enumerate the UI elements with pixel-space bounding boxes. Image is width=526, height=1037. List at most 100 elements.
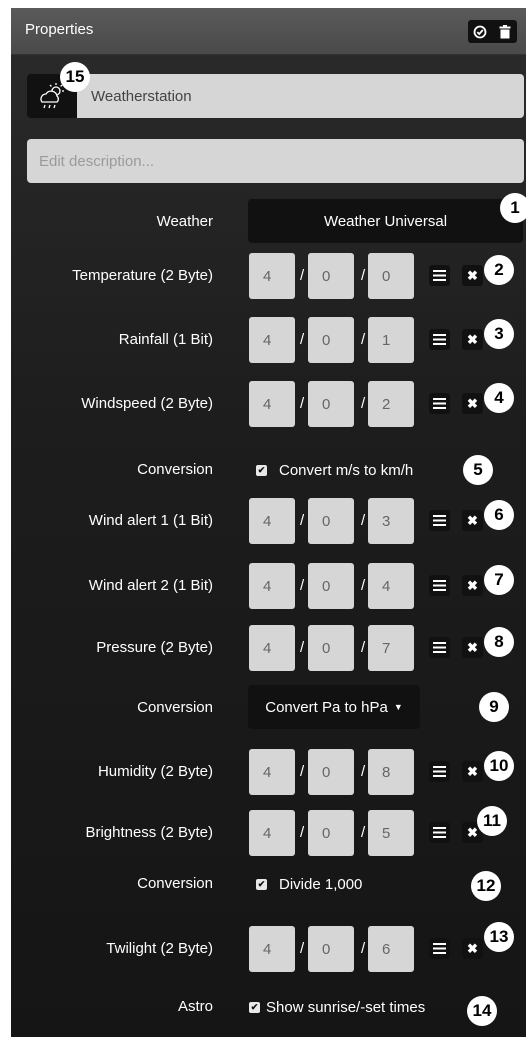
ga-row-wind-alert-1: Wind alert 1 (1 Bit) / / ✖ 6 (11, 498, 526, 544)
ga-middle-input[interactable] (308, 563, 354, 609)
astro-text: Show sunrise/-set times (266, 998, 426, 1016)
ga-sub-input[interactable] (368, 749, 414, 795)
ga-label: Temperature (2 Byte) (72, 267, 213, 284)
ga-main-input[interactable] (249, 381, 295, 427)
panel-title: Properties (25, 21, 94, 38)
ga-main-input[interactable] (249, 625, 295, 671)
ga-separator: / (361, 577, 366, 594)
list-icon[interactable] (429, 637, 450, 658)
device-name-input[interactable] (77, 74, 524, 118)
list-icon[interactable] (429, 265, 450, 286)
annotation-badge: 10 (484, 751, 514, 781)
panel-header: Properties (11, 8, 526, 55)
list-icon[interactable] (429, 822, 450, 843)
astro-checkbox[interactable]: ✔ (249, 1001, 260, 1013)
ga-separator: / (361, 639, 366, 656)
remove-icon[interactable]: ✖ (462, 265, 483, 286)
ga-label: Twilight (2 Byte) (106, 940, 213, 957)
divide-text: Divide 1,000 (279, 875, 363, 893)
pressure-conversion-dropdown[interactable]: Convert Pa to hPa ▼ (248, 685, 420, 729)
conversion-label: Conversion (137, 461, 213, 478)
ga-sub-input[interactable] (368, 563, 414, 609)
check-circle-icon[interactable] (470, 22, 490, 42)
ga-label: Wind alert 1 (1 Bit) (88, 512, 213, 529)
list-icon[interactable] (429, 938, 450, 959)
remove-icon[interactable]: ✖ (462, 938, 483, 959)
ga-separator: / (300, 267, 305, 284)
ga-separator: / (361, 940, 366, 957)
remove-icon[interactable]: ✖ (462, 510, 483, 531)
ga-main-input[interactable] (249, 317, 295, 363)
ga-separator: / (300, 395, 305, 412)
ga-middle-input[interactable] (308, 810, 354, 856)
ga-sub-input[interactable] (368, 381, 414, 427)
ga-main-input[interactable] (249, 253, 295, 299)
ga-sub-input[interactable] (368, 810, 414, 856)
weather-row: Weather Weather Universal 1 (11, 193, 526, 245)
ga-middle-input[interactable] (308, 926, 354, 972)
remove-icon[interactable]: ✖ (462, 575, 483, 596)
header-toolbar (468, 20, 517, 43)
ga-middle-input[interactable] (308, 253, 354, 299)
ga-row-twilight: Twilight (2 Byte) / / ✖ 13 (11, 922, 526, 972)
annotation-badge: 6 (484, 500, 514, 530)
ga-separator: / (300, 512, 305, 529)
weather-label: Weather (156, 213, 213, 230)
ga-main-input[interactable] (249, 749, 295, 795)
remove-icon[interactable]: ✖ (462, 329, 483, 350)
ga-main-input[interactable] (249, 810, 295, 856)
conversion-label: Conversion (137, 875, 213, 892)
list-icon[interactable] (429, 575, 450, 596)
ga-separator: / (300, 331, 305, 348)
remove-icon[interactable]: ✖ (462, 761, 483, 782)
list-icon[interactable] (429, 393, 450, 414)
ga-separator: / (361, 512, 366, 529)
conversion-wind-row: Conversion ✔ Convert m/s to km/h 5 (11, 447, 526, 493)
ga-middle-input[interactable] (308, 749, 354, 795)
ga-sub-input[interactable] (368, 253, 414, 299)
ga-main-input[interactable] (249, 926, 295, 972)
list-icon[interactable] (429, 761, 450, 782)
description-input[interactable] (27, 139, 524, 183)
ga-separator: / (300, 940, 305, 957)
properties-panel: Properties 15 (11, 8, 526, 1037)
conversion-pressure-row: Conversion Convert Pa to hPa ▼ 9 (11, 685, 526, 731)
ga-row-wind-alert-2: Wind alert 2 (1 Bit) / / ✖ 7 (11, 563, 526, 609)
annotation-badge: 5 (463, 455, 493, 485)
ga-middle-input[interactable] (308, 381, 354, 427)
ga-separator: / (361, 824, 366, 841)
device-name-row: 15 (27, 62, 524, 118)
ga-main-input[interactable] (249, 498, 295, 544)
ga-main-input[interactable] (249, 563, 295, 609)
ga-separator: / (361, 331, 366, 348)
ga-separator: / (300, 763, 305, 780)
ga-row-temperature: Temperature (2 Byte) / / ✖ 2 (11, 253, 526, 299)
remove-icon[interactable]: ✖ (462, 637, 483, 658)
ga-sub-input[interactable] (368, 498, 414, 544)
weather-type-select[interactable]: Weather Universal (248, 199, 523, 243)
annotation-badge: 7 (484, 565, 514, 595)
ga-row-brightness: Brightness (2 Byte) / / ✖ 11 (11, 806, 526, 856)
ga-sub-input[interactable] (368, 317, 414, 363)
annotation-badge: 12 (471, 871, 501, 901)
ga-sub-input[interactable] (368, 625, 414, 671)
ga-middle-input[interactable] (308, 317, 354, 363)
conversion-brightness-row: Conversion ✔ Divide 1,000 12 (11, 861, 526, 907)
ga-label: Pressure (2 Byte) (96, 639, 213, 656)
ga-row-windspeed: Windspeed (2 Byte) / / ✖ 4 (11, 381, 526, 427)
list-icon[interactable] (429, 329, 450, 350)
remove-icon[interactable]: ✖ (462, 393, 483, 414)
annotation-badge: 8 (484, 627, 514, 657)
list-icon[interactable] (429, 510, 450, 531)
annotation-badge-1: 1 (500, 193, 526, 223)
astro-option: ✔ Show sunrise/-set times (249, 984, 425, 1030)
divide-checkbox[interactable]: ✔ (256, 878, 267, 890)
annotation-badge: 13 (484, 922, 514, 952)
convert-wind-checkbox[interactable]: ✔ (256, 464, 267, 476)
annotation-badge: 4 (484, 383, 514, 413)
ga-separator: / (361, 267, 366, 284)
ga-middle-input[interactable] (308, 498, 354, 544)
ga-sub-input[interactable] (368, 926, 414, 972)
ga-middle-input[interactable] (308, 625, 354, 671)
trash-icon[interactable] (495, 22, 515, 42)
